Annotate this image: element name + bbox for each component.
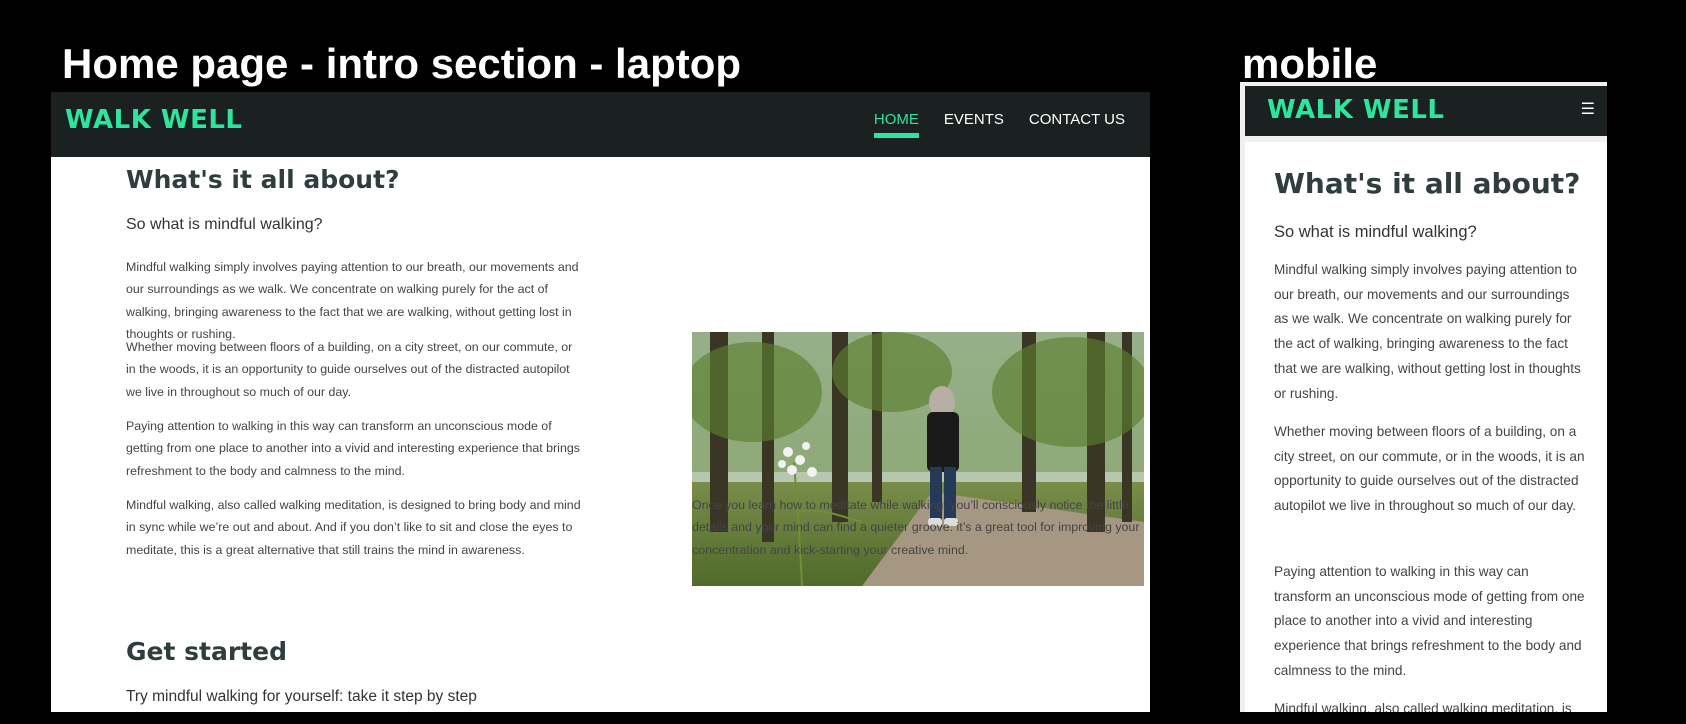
intro-paragraph-1: Mindful walking simply involves paying a… (126, 260, 579, 341)
mobile-caption: mobile (1242, 40, 1378, 87)
get-started-subheading: Try mindful walking for yourself: take i… (126, 688, 477, 705)
mobile-brand-logo[interactable]: WALK WELL (1267, 95, 1444, 125)
laptop-mockup: WALK WELL HOME EVENTS CONTACT US What's … (51, 92, 1150, 712)
nav-links: HOME EVENTS CONTACT US (873, 111, 1125, 138)
mobile-intro-paragraph-1: Mindful walking simply involves paying a… (1274, 262, 1581, 401)
nav-events-link[interactable]: EVENTS (944, 111, 1004, 134)
photo-caption: Once you learn how to meditate while wal… (692, 498, 1140, 557)
hamburger-icon[interactable]: ☰ (1581, 99, 1595, 119)
intro-heading: What's it all about? (126, 165, 400, 194)
intro-paragraph-4: Mindful walking, also called walking med… (126, 498, 581, 557)
mobile-navbar: WALK WELL ☰ (1245, 86, 1607, 136)
mobile-intro-section: What's it all about? So what is mindful … (1245, 142, 1607, 712)
top-navbar: WALK WELL HOME EVENTS CONTACT US (51, 92, 1150, 157)
mobile-intro-paragraph-2: Whether moving between floors of a build… (1274, 424, 1585, 514)
get-started-heading: Get started (126, 637, 287, 666)
intro-subheading: So what is mindful walking? (126, 216, 323, 233)
nav-contact-link[interactable]: CONTACT US (1029, 111, 1125, 134)
brand-logo[interactable]: WALK WELL (65, 105, 242, 135)
mobile-mockup: WALK WELL ☰ What's it all about? So what… (1240, 82, 1607, 712)
mobile-intro-subheading: So what is mindful walking? (1274, 223, 1477, 241)
mobile-intro-heading: What's it all about? (1274, 167, 1581, 200)
intro-paragraph-2: Whether moving between floors of a build… (126, 340, 573, 399)
mobile-intro-paragraph-3: Paying attention to walking in this way … (1274, 564, 1585, 678)
mobile-intro-paragraph-4-partial: Mindful walking, also called walking med… (1274, 701, 1572, 712)
nav-home-link[interactable]: HOME (873, 111, 919, 138)
intro-paragraph-3: Paying attention to walking in this way … (126, 419, 580, 478)
laptop-caption: Home page - intro section - laptop (62, 40, 742, 87)
